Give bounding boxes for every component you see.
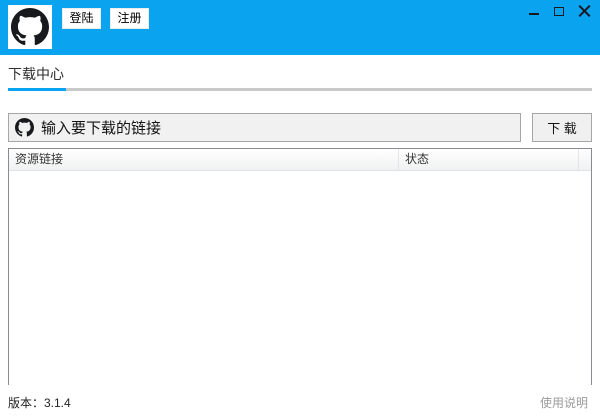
column-header-status[interactable]: 状态 xyxy=(399,149,579,170)
register-button[interactable]: 注册 xyxy=(110,8,149,29)
url-input-container[interactable] xyxy=(8,113,521,142)
window-controls xyxy=(528,3,591,20)
table-body-empty xyxy=(9,171,591,386)
login-button[interactable]: 登陆 xyxy=(62,8,101,29)
version-label: 版本：3.1.4 xyxy=(8,394,71,411)
help-link[interactable]: 使用说明 xyxy=(540,394,588,411)
download-button[interactable]: 下 载 xyxy=(532,113,592,142)
table-header-row: 资源链接 状态 xyxy=(9,149,591,171)
github-octocat-icon xyxy=(15,118,34,137)
titlebar: 登陆 注册 xyxy=(0,0,600,55)
download-queue-table: 资源链接 状态 xyxy=(8,148,592,385)
minimize-icon[interactable] xyxy=(528,5,541,18)
github-octocat-icon xyxy=(11,8,49,46)
column-header-spacer xyxy=(579,149,591,170)
column-header-resource-link[interactable]: 资源链接 xyxy=(9,149,399,170)
tab-underline-active-segment xyxy=(8,88,66,91)
maximize-icon[interactable] xyxy=(553,5,566,18)
close-icon[interactable] xyxy=(578,5,591,18)
tab-underline xyxy=(8,88,592,91)
tab-download-center[interactable]: 下载中心 xyxy=(8,64,64,84)
app-window: 登陆 注册 下载中心 下 载 资源链接 状态 版本：3.1.4 使用说明 xyxy=(0,0,600,416)
url-input[interactable] xyxy=(41,119,514,136)
app-logo xyxy=(8,5,52,49)
